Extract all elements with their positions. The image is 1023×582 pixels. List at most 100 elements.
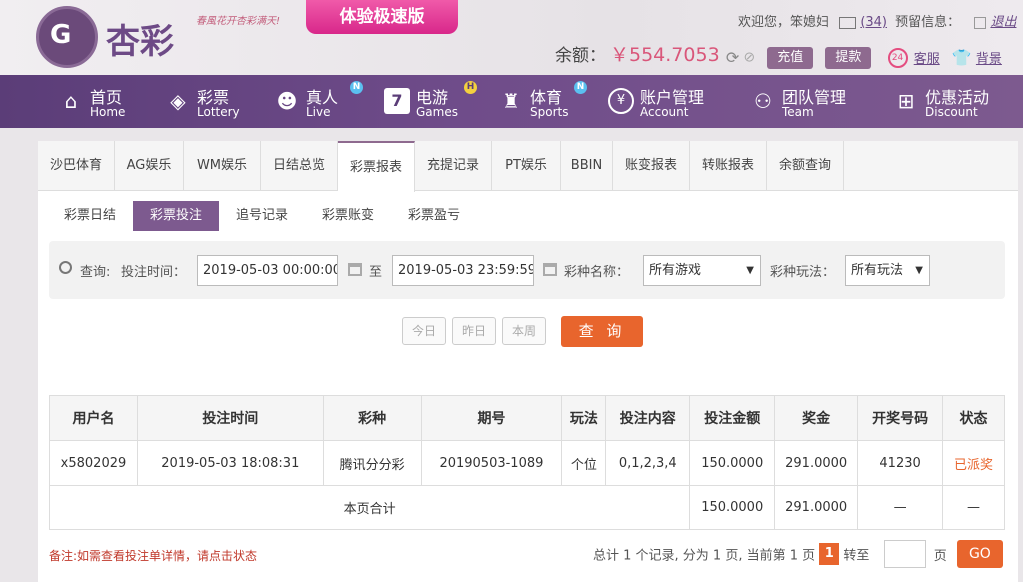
subtab-account-changes[interactable]: 彩票账变 — [305, 201, 391, 231]
calendar-icon[interactable] — [348, 263, 362, 276]
customer-service-icon[interactable]: 24 — [887, 47, 908, 68]
column-header: 奖金 — [774, 395, 859, 441]
game-select-value: 所有游戏 — [649, 263, 702, 278]
hot-badge: H — [464, 81, 477, 94]
column-header: 状态 — [942, 395, 1005, 441]
account-icon: ¥ — [608, 88, 634, 114]
calendar-icon[interactable] — [543, 263, 557, 276]
status-link[interactable]: 已派奖 — [942, 440, 1005, 486]
cell-game: 腾讯分分彩 — [322, 440, 422, 486]
bet-time-label: 投注时间： — [121, 265, 187, 280]
yesterday-button[interactable]: 昨日 — [452, 317, 496, 345]
pagination: 总计 1 个记录, 分为 1 页, 当前第 1 页 1 转至 页 GO — [593, 540, 1003, 568]
tab-sba-sports[interactable]: 沙巴体育 — [38, 141, 115, 191]
cell-amount: 150.0000 — [689, 440, 776, 486]
edit-icon[interactable] — [974, 16, 987, 29]
column-header: 投注金额 — [689, 395, 776, 441]
nav-sublabel: Lottery — [197, 105, 240, 119]
balance-value: ￥554.7053 — [610, 44, 720, 66]
query-button[interactable]: 查 询 — [561, 316, 643, 347]
summary-label: 本页合计 — [48, 485, 691, 530]
column-header: 投注时间 — [136, 395, 324, 441]
table-row: x5802029 2019-05-03 18:08:31 腾讯分分彩 20190… — [49, 440, 1005, 486]
summary-numbers: — — [857, 485, 944, 530]
balance-row: 余额： ￥554.7053 ⟳ ⊘ 充值 提款 24 客服 👕 背景 — [555, 40, 1002, 69]
main-nav: ⌂ 首页 Home ◈ 彩票 Lottery ☻ 真人 Live N 7 电游 … — [0, 75, 1023, 128]
new-badge: N — [574, 81, 587, 94]
withdraw-button[interactable]: 提款 — [825, 46, 872, 69]
goto-label: 转至 — [843, 548, 870, 564]
table-header-row: 用户名 投注时间 彩种 期号 玩法 投注内容 投注金额 奖金 开奖号码 状态 — [49, 395, 1005, 441]
tab-account-changes[interactable]: 账变报表 — [613, 141, 690, 191]
refresh-icon[interactable]: ⟳ — [726, 48, 739, 67]
logout-link[interactable]: 退出 — [990, 15, 1016, 30]
game-select[interactable]: 所有游戏 ▼ — [643, 255, 761, 286]
subtab-bets[interactable]: 彩票投注 — [133, 201, 219, 231]
this-week-button[interactable]: 本周 — [502, 317, 546, 345]
nav-sublabel: Live — [306, 105, 331, 119]
play-select[interactable]: 所有玩法 ▼ — [845, 255, 930, 286]
today-button[interactable]: 今日 — [402, 317, 446, 345]
hide-balance-icon[interactable]: ⊘ — [743, 50, 755, 66]
tab-ag[interactable]: AG娱乐 — [115, 141, 184, 191]
cell-numbers: 41230 — [857, 440, 944, 486]
balance-label: 余额： — [555, 46, 606, 66]
play-type-label: 彩种玩法： — [770, 265, 836, 280]
to-label: 至 — [369, 265, 383, 280]
nav-sublabel: Games — [416, 105, 458, 119]
bets-table: 用户名 投注时间 彩种 期号 玩法 投注内容 投注金额 奖金 开奖号码 状态 x… — [48, 395, 1005, 530]
tab-pt[interactable]: PT娱乐 — [492, 141, 561, 191]
game-name-label: 彩种名称： — [564, 265, 630, 280]
summary-row: 本页合计 150.0000 291.0000 — — — [48, 485, 1005, 530]
welcome-text: 欢迎您， — [738, 15, 791, 30]
go-button[interactable]: GO — [956, 540, 1003, 568]
tab-lottery-report[interactable]: 彩票报表 — [338, 141, 415, 192]
express-version-button[interactable]: 体验极速版 — [306, 0, 458, 34]
start-time-input[interactable]: 2019-05-03 00:00:00 — [197, 255, 338, 286]
chevron-down-icon: ▼ — [915, 265, 923, 276]
site-header: G 杏彩 春風花开杏彩满天! 体验极速版 欢迎您，笨媳妇 (34) 预留信息： … — [0, 0, 1023, 75]
gift-icon: ⊞ — [897, 89, 915, 113]
query-label: 查询: — [80, 265, 111, 280]
nav-sublabel: Home — [90, 105, 126, 119]
skin-link[interactable]: 背景 — [976, 52, 1002, 67]
column-header: 玩法 — [561, 395, 607, 441]
tab-transfer-report[interactable]: 转账报表 — [690, 141, 767, 191]
cell-prize: 291.0000 — [774, 440, 859, 486]
mail-icon[interactable] — [839, 16, 857, 29]
tab-wm[interactable]: WM娱乐 — [184, 141, 261, 191]
end-time-input[interactable]: 2019-05-03 23:59:59 — [392, 255, 534, 286]
home-icon: ⌂ — [64, 89, 78, 113]
column-header: 期号 — [420, 395, 563, 441]
page-number-input[interactable] — [883, 540, 926, 568]
customer-service-link[interactable]: 客服 — [914, 52, 940, 67]
deposit-button[interactable]: 充值 — [767, 46, 814, 69]
column-header: 用户名 — [49, 395, 138, 441]
cell-time: 2019-05-03 18:08:31 — [136, 440, 324, 486]
tab-balance-query[interactable]: 余额查询 — [767, 141, 844, 191]
username: 笨媳妇 — [790, 15, 830, 30]
subtab-chase[interactable]: 追号记录 — [219, 201, 305, 231]
tab-bbin[interactable]: BBIN — [561, 141, 613, 191]
games-icon: 7 — [384, 88, 410, 114]
live-icon: ☻ — [276, 89, 298, 113]
current-page[interactable]: 1 — [819, 543, 840, 565]
subtab-profit-loss[interactable]: 彩票盈亏 — [391, 201, 477, 231]
subtab-daily[interactable]: 彩票日结 — [47, 201, 133, 231]
tab-deposit-withdraw[interactable]: 充提记录 — [415, 141, 492, 191]
tab-daily-overview[interactable]: 日结总览 — [261, 141, 338, 191]
column-header: 投注内容 — [605, 395, 691, 441]
shirt-icon[interactable]: 👕 — [952, 48, 972, 67]
prize-info-label: 预留信息： — [895, 15, 961, 30]
messages-count-link[interactable]: (34) — [860, 15, 887, 30]
column-header: 彩种 — [322, 395, 422, 441]
footer-note: 备注:如需查看投注单详情，请点击状态 — [49, 549, 258, 563]
play-select-value: 所有玩法 — [851, 263, 904, 278]
summary-prize: 291.0000 — [774, 485, 859, 530]
nav-sublabel: Account — [640, 105, 689, 119]
search-icon — [59, 261, 72, 274]
team-icon: ⚇ — [754, 89, 772, 113]
nav-sublabel: Sports — [530, 105, 569, 119]
report-tabs: 沙巴体育 AG娱乐 WM娱乐 日结总览 彩票报表 充提记录 PT娱乐 BBIN … — [38, 141, 1018, 192]
report-panel: 沙巴体育 AG娱乐 WM娱乐 日结总览 彩票报表 充提记录 PT娱乐 BBIN … — [38, 141, 1018, 582]
